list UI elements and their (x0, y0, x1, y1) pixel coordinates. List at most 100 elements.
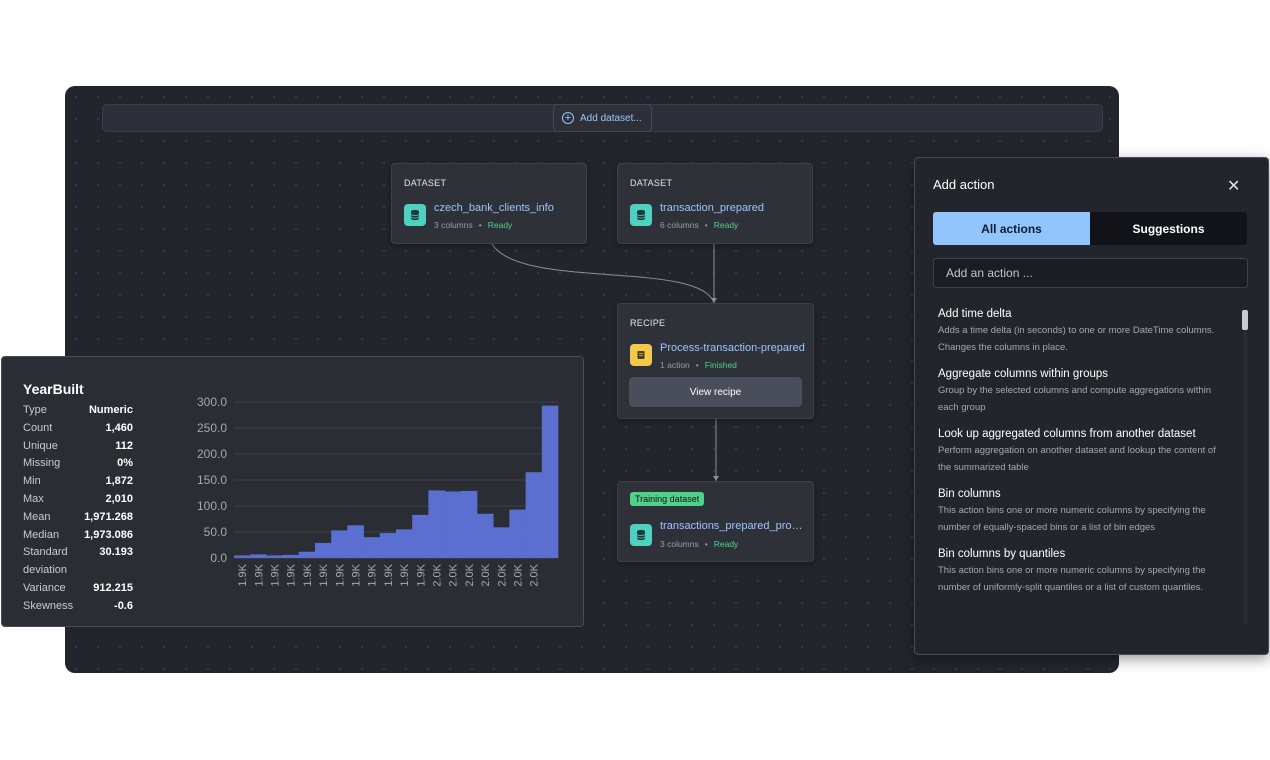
x-tick-label: 1.9K (302, 563, 314, 586)
panel-title: Add action (933, 177, 995, 192)
plus-circle-icon: + (562, 112, 574, 124)
action-list-item[interactable]: Look up aggregated columns from another … (938, 426, 1223, 476)
stat-value: Numeric (88, 404, 133, 416)
recipe-node[interactable]: RECIPE Process-transaction-prepared 1 ac… (617, 303, 814, 419)
histogram-bar (493, 527, 510, 558)
recipe-name-link[interactable]: Process-transaction-prepared (660, 342, 805, 354)
dataset-name-link[interactable]: transaction_prepared (660, 202, 805, 214)
stat-key: Skewness (23, 599, 74, 612)
stat-key: Mean (23, 510, 51, 523)
stat-key: Standard (23, 546, 68, 559)
histogram-bar (266, 555, 283, 558)
node-type-label: DATASET (630, 178, 673, 188)
x-tick-label: 1.9K (237, 563, 249, 586)
stat-row: deviation (23, 562, 133, 580)
action-item-description: Group by the selected columns and comput… (938, 385, 1212, 413)
histogram-bar (331, 530, 348, 558)
close-icon[interactable]: ✕ (1227, 176, 1240, 196)
histogram-bar (363, 537, 381, 558)
action-item-description: Adds a time delta (in seconds) to one or… (938, 325, 1215, 353)
stat-row: Type Numeric (23, 402, 133, 420)
status-ready: Ready (713, 220, 739, 230)
view-recipe-button[interactable]: View recipe (629, 377, 802, 407)
stat-value: 1,971.268 (84, 510, 133, 523)
histogram-bar (298, 551, 316, 558)
histogram-bar (541, 405, 559, 558)
x-tick-label: 2.0K (513, 563, 525, 586)
y-tick-label: 150.0 (197, 473, 227, 487)
dataset-node-transaction[interactable]: DATASET transaction_prepared 6 columns • R… (617, 163, 813, 244)
stat-value: 0% (117, 457, 133, 470)
stat-key: Min (23, 475, 41, 488)
tab-all-actions[interactable]: All actions (933, 212, 1090, 245)
histogram-bar (428, 490, 445, 558)
tab-suggestions[interactable]: Suggestions (1090, 212, 1247, 245)
dataset-node-czech-bank[interactable]: DATASET czech_bank_clients_info 3 column… (391, 163, 587, 244)
x-tick-label: 1.9K (383, 563, 395, 586)
x-tick-label: 1.9K (334, 563, 346, 586)
histogram-bar (444, 491, 462, 558)
histogram-bar (525, 472, 543, 558)
dataset-meta: 3 columns • Ready (434, 220, 513, 230)
node-type-label: RECIPE (630, 318, 666, 328)
stat-key: Count (23, 421, 53, 434)
histogram-bar (477, 513, 494, 558)
x-tick-label: 2.0K (480, 563, 492, 586)
stat-row: Missing 0% (23, 455, 133, 473)
status-ready: Ready (487, 220, 513, 230)
stat-key: Unique (23, 439, 58, 452)
stat-row: Skewness -0.6 (23, 598, 133, 616)
action-item-description: This action bins one or more numeric col… (938, 505, 1206, 533)
y-tick-label: 250.0 (197, 421, 227, 435)
action-item-title: Add time delta (938, 308, 1012, 320)
dataset-name-link[interactable]: czech_bank_clients_info (434, 202, 579, 214)
add-dataset-button[interactable]: + Add dataset... (553, 104, 652, 132)
x-tick-label: 1.9K (253, 563, 265, 586)
stat-row: Median 1,973.086 (23, 527, 133, 545)
training-dataset-meta: 3 columns • Ready (660, 539, 739, 549)
stat-value: 30.193 (99, 546, 133, 559)
histogram-bar (347, 525, 364, 558)
action-item-description: This action bins one or more numeric col… (938, 565, 1206, 593)
y-tick-label: 50.0 (204, 525, 228, 539)
scrollbar-track[interactable] (1244, 310, 1247, 624)
column-count: 3 columns (660, 539, 699, 549)
dataset-meta: 6 columns • Ready (660, 220, 739, 230)
stat-row: Variance 912.215 (23, 580, 133, 598)
action-list-item[interactable]: Add time delta Adds a time delta (in seco… (938, 306, 1223, 356)
scrollbar-thumb[interactable] (1242, 310, 1248, 330)
x-tick-label: 1.9K (415, 563, 427, 586)
stat-key: Median (23, 528, 60, 541)
histogram-bar (315, 542, 332, 558)
x-tick-label: 1.9K (399, 563, 411, 586)
action-list-item[interactable]: Bin columns This action bins one or more … (938, 486, 1223, 536)
stat-row: Min 1,872 (23, 473, 133, 491)
recipe-meta: 1 action • Finished (660, 360, 737, 370)
stat-value: -0.6 (114, 599, 133, 612)
action-count: 1 action (660, 360, 690, 370)
database-icon (630, 524, 652, 546)
y-tick-label: 0.0 (210, 551, 227, 565)
training-dataset-node[interactable]: Training dataset transactions_prepared_p… (617, 481, 814, 562)
histogram-bar (250, 554, 267, 558)
database-icon (404, 204, 426, 226)
database-icon (630, 204, 652, 226)
x-tick-label: 1.9K (286, 563, 298, 586)
stat-value: 112 (115, 439, 133, 452)
action-search-input[interactable] (933, 258, 1248, 288)
x-tick-label: 2.0K (432, 563, 444, 586)
training-dataset-name-link[interactable]: transactions_prepared_proc... (660, 520, 805, 532)
stat-value: 1,460 (105, 421, 133, 434)
y-tick-label: 200.0 (197, 447, 227, 461)
action-list-item[interactable]: Bin columns by quantiles This action bins… (938, 546, 1223, 596)
histogram-bar (412, 514, 429, 558)
action-item-title: Aggregate columns within groups (938, 368, 1109, 380)
x-tick-label: 2.0K (464, 563, 476, 586)
status-finished: Finished (704, 360, 737, 370)
y-tick-label: 300.0 (197, 395, 227, 409)
stat-row: Mean 1,971.268 (23, 509, 133, 527)
column-count: 6 columns (660, 220, 699, 230)
stat-key: Max (23, 492, 44, 505)
x-tick-label: 2.0K (529, 563, 541, 586)
action-list-item[interactable]: Aggregate columns within groups Group by … (938, 366, 1223, 416)
